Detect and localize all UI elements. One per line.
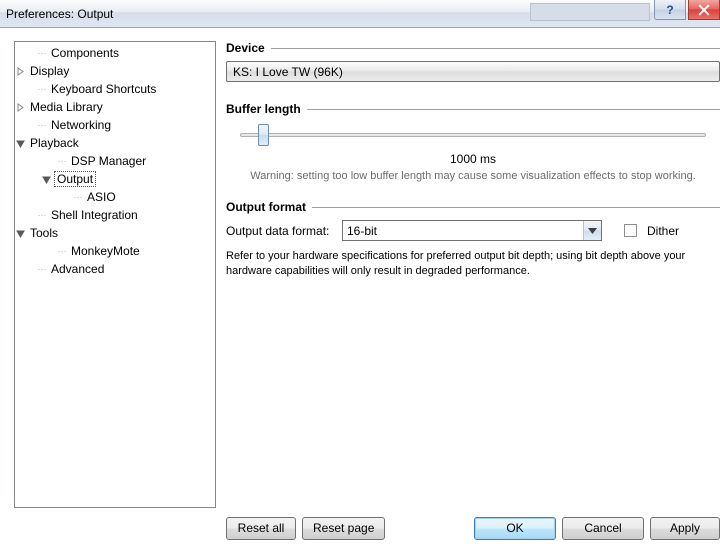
buffer-slider[interactable] <box>240 122 706 150</box>
category-tree[interactable]: ⋯Components Display ⋯Keyboard Shortcuts … <box>14 41 216 508</box>
collapse-icon[interactable] <box>41 174 52 185</box>
tree-item-keyboard[interactable]: Keyboard Shortcuts <box>49 82 158 96</box>
output-data-format-dropdown[interactable]: 16-bit <box>342 220 602 241</box>
tree-item-media[interactable]: Media Library <box>28 100 105 114</box>
content-pane: Device KS: I Love TW (96K) Buffer length… <box>226 41 720 508</box>
preferences-window: Preferences: Output ? ⋯Components Displa… <box>0 0 720 552</box>
divider <box>312 207 720 208</box>
buffer-warning: Warning: setting too low buffer length m… <box>226 170 720 182</box>
apply-button[interactable]: Apply <box>650 517 720 540</box>
expand-icon[interactable] <box>15 102 26 113</box>
close-icon <box>698 4 710 16</box>
dither-checkbox[interactable] <box>624 224 637 237</box>
collapse-icon[interactable] <box>15 228 26 239</box>
output-format-info: Refer to your hardware specifications fo… <box>226 249 720 279</box>
device-value: KS: I Love TW (96K) <box>233 65 343 79</box>
help-button[interactable]: ? <box>654 0 686 20</box>
expand-icon[interactable] <box>15 66 26 77</box>
tree-item-playback[interactable]: Playback <box>28 136 81 150</box>
buffer-value: 1000 ms <box>226 152 720 166</box>
ok-button[interactable]: OK <box>474 517 556 540</box>
divider <box>307 109 720 110</box>
tree-item-asio[interactable]: ASIO <box>85 190 118 204</box>
titlebar[interactable]: Preferences: Output ? <box>0 0 720 28</box>
reset-page-button[interactable]: Reset page <box>302 517 385 540</box>
tree-item-networking[interactable]: Networking <box>49 118 113 132</box>
help-icon: ? <box>666 3 673 17</box>
close-button[interactable] <box>688 0 720 20</box>
chevron-down-icon <box>583 221 601 240</box>
collapse-icon[interactable] <box>15 138 26 149</box>
cancel-button[interactable]: Cancel <box>562 517 644 540</box>
tree-item-monkey[interactable]: MonkeyMote <box>69 244 142 258</box>
button-bar: Reset all Reset page OK Cancel Apply <box>226 514 720 542</box>
divider <box>271 48 720 49</box>
tree-item-tools[interactable]: Tools <box>28 226 60 240</box>
buffer-heading: Buffer length <box>226 102 301 116</box>
output-format-heading: Output format <box>226 200 306 214</box>
device-heading: Device <box>226 41 265 55</box>
tree-item-advanced[interactable]: Advanced <box>49 262 106 276</box>
slider-track <box>240 133 706 137</box>
tree-item-components[interactable]: Components <box>49 46 121 60</box>
slider-thumb[interactable] <box>258 124 269 146</box>
background-ghost-box <box>530 3 650 21</box>
tree-item-dsp[interactable]: DSP Manager <box>69 154 148 168</box>
dither-label: Dither <box>647 224 679 238</box>
window-title: Preferences: Output <box>6 7 113 21</box>
output-data-format-value: 16-bit <box>347 224 377 238</box>
tree-item-display[interactable]: Display <box>28 64 71 78</box>
device-dropdown[interactable]: KS: I Love TW (96K) <box>226 61 720 82</box>
output-data-format-label: Output data format: <box>226 224 336 238</box>
tree-item-output[interactable]: Output <box>54 171 96 187</box>
tree-item-shell[interactable]: Shell Integration <box>49 208 140 222</box>
reset-all-button[interactable]: Reset all <box>226 517 296 540</box>
